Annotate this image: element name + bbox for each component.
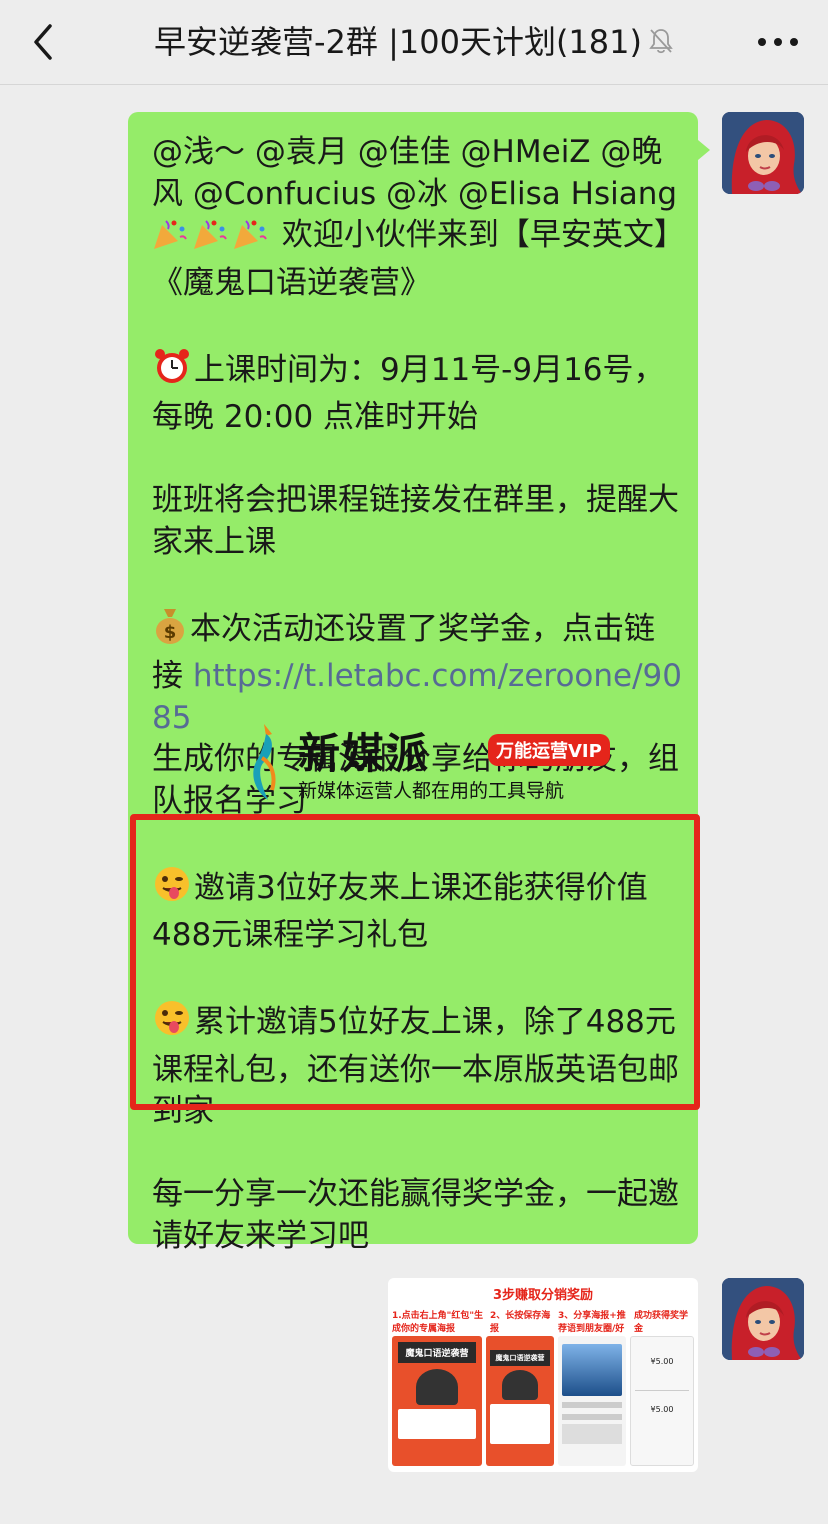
poster-course-name: 魔鬼口语逆袭营 [398, 1342, 476, 1363]
party-popper-emoji [152, 217, 190, 263]
bird-logo-icon [253, 724, 276, 800]
watermark-badge: 万能运营VIP [488, 734, 610, 766]
poster-panel-2: 魔鬼口语逆袭营 [486, 1336, 554, 1466]
poster-panel-1: 魔鬼口语逆袭营 [392, 1336, 482, 1466]
sender-avatar[interactable] [722, 112, 804, 194]
bubble-tail [698, 140, 710, 160]
poster-panel-4: ¥5.00 ¥5.00 [630, 1336, 694, 1466]
poster-price: ¥5.00 [650, 1357, 674, 1366]
watermark-tagline: 新媒体运营人都在用的工具导航 [298, 780, 565, 802]
money-bag-emoji: $ [152, 605, 188, 657]
poster-step-2: 2、长按保存海报 [490, 1311, 551, 1334]
watermark-brand: 新媒派 [298, 729, 431, 778]
highlight-box [130, 814, 700, 1110]
chevron-left-icon [34, 24, 52, 60]
watermark: 新媒派 万能运营VIP 新媒体运营人都在用的工具导航 [242, 720, 622, 804]
image-message[interactable]: 3步赚取分销奖励 1.点击右上角"红包"生成你的专属海报 2、长按保存海报 3、… [388, 1278, 698, 1472]
schedule-text: 上课时间为：9月11号-9月16号，每晚 20:00 点准时开始 [152, 351, 665, 436]
more-options-button[interactable] [752, 20, 804, 64]
poster-panel-3 [558, 1336, 626, 1466]
party-popper-emoji [232, 217, 270, 263]
alarm-clock-emoji [152, 346, 192, 398]
share-reward-text: 每一分享一次还能赢得奖学金，一起邀请好友来学习吧 [152, 1176, 679, 1254]
svg-text:$: $ [164, 622, 177, 643]
sender-avatar[interactable] [722, 1278, 804, 1360]
mention-list[interactable]: @浅～ @袁月 @佳佳 @HMeiZ @晚风 @Confucius @冰 @El… [152, 134, 677, 212]
bell-off-icon [648, 22, 674, 66]
poster-step-1: 1.点击右上角"红包"生成你的专属海报 [392, 1311, 484, 1334]
back-button[interactable] [26, 20, 66, 64]
poster-course-name-2: 魔鬼口语逆袭营 [490, 1350, 550, 1366]
poster-title: 3步赚取分销奖励 [492, 1288, 594, 1303]
class-note-text: 班班将会把课程链接发在群里，提醒大家来上课 [152, 482, 679, 560]
chat-title: 早安逆袭营-2群 |100天计划(181) [90, 20, 738, 64]
poster-step-4: 成功获得奖学金 [634, 1311, 689, 1334]
poster-price-2: ¥5.00 [650, 1405, 674, 1414]
more-dots-icon [758, 38, 798, 46]
chat-title-text: 早安逆袭营-2群 |100天计划(181) [154, 23, 642, 61]
chat-header: 早安逆袭营-2群 |100天计划(181) [0, 0, 828, 85]
party-popper-emoji [192, 217, 230, 263]
